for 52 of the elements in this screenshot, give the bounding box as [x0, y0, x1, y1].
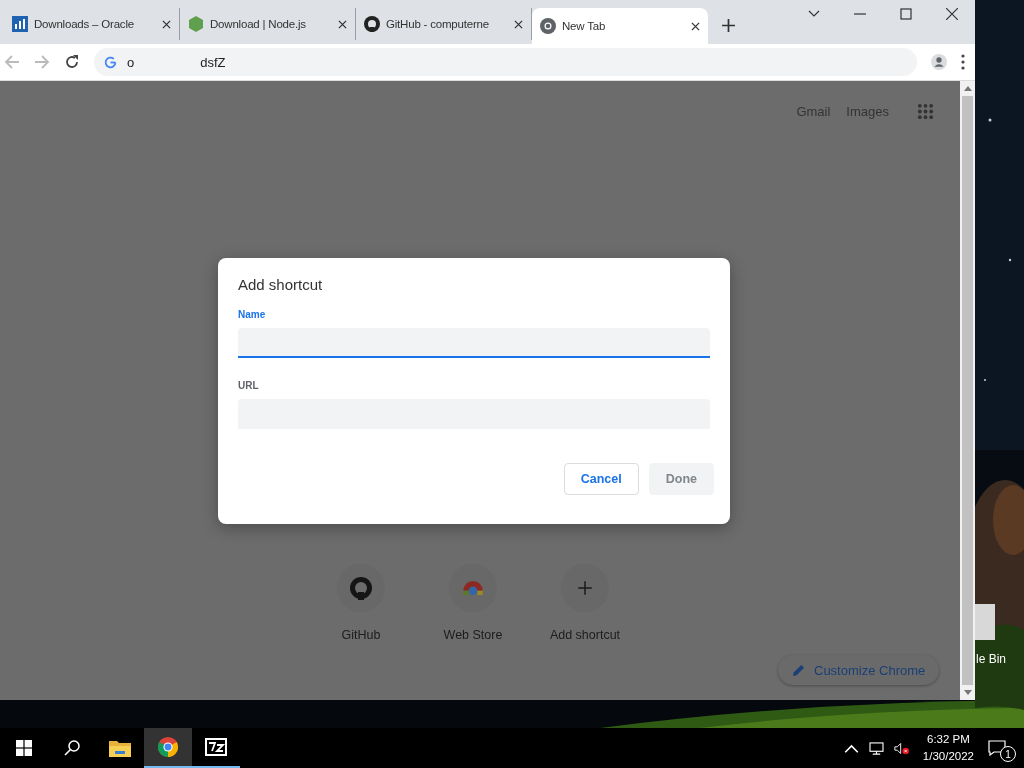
- maximize-icon[interactable]: [900, 8, 912, 20]
- plus-icon: [576, 579, 594, 597]
- tab-title: GitHub - computerne: [386, 18, 490, 30]
- apps-grid-icon[interactable]: [917, 103, 934, 120]
- store-icon: [463, 581, 483, 595]
- scrollbar[interactable]: [960, 81, 975, 700]
- field-label: Name: [238, 309, 267, 320]
- profile-icon[interactable]: [931, 54, 947, 70]
- chrome-icon: [540, 18, 556, 34]
- shortcut-tile[interactable]: [449, 564, 497, 612]
- close-icon[interactable]: [514, 19, 523, 29]
- google-icon: [104, 55, 117, 69]
- input-field[interactable]: [238, 328, 710, 358]
- reload-icon[interactable]: [64, 54, 80, 70]
- clock-date[interactable]: 1/30/2022: [922, 748, 974, 765]
- tab-title: Downloads – Oracle: [34, 18, 135, 30]
- scroll-up-icon[interactable]: [963, 86, 972, 91]
- browser-tab[interactable]: GitHub - computerne: [356, 8, 532, 40]
- speaker-muted-icon[interactable]: [893, 741, 909, 755]
- close-icon[interactable]: [338, 19, 347, 29]
- chrome-icon: [157, 736, 179, 758]
- shortcut-tile[interactable]: [561, 564, 609, 612]
- hexagon-icon: [188, 16, 204, 32]
- browser-tab[interactable]: New Tab: [532, 8, 708, 44]
- search-icon: [64, 740, 80, 756]
- address-text: o: [127, 54, 135, 70]
- address-bar[interactable]: o dsfZ: [94, 48, 917, 76]
- action-center-button[interactable]: 1: [988, 728, 1018, 768]
- close-icon[interactable]: [691, 21, 700, 31]
- notification-badge: 1: [1000, 746, 1016, 762]
- message-icon: [988, 740, 1006, 756]
- tab-title: New Tab: [562, 20, 607, 32]
- address-text: dsfZ: [200, 54, 226, 70]
- browser-tab[interactable]: Downloads – Oracle: [4, 8, 180, 40]
- close-icon[interactable]: [946, 8, 958, 20]
- tab-title: Download | Node.js: [210, 18, 307, 30]
- menu-icon[interactable]: [961, 54, 965, 70]
- new-tab-icon[interactable]: [722, 19, 735, 32]
- network-icon[interactable]: [868, 741, 884, 755]
- windows-icon: [16, 740, 32, 756]
- scroll-down-icon[interactable]: [963, 690, 972, 695]
- dialog-title: Add shortcut: [238, 276, 324, 293]
- chart-icon: [12, 16, 28, 32]
- taskbar-app[interactable]: [144, 728, 192, 768]
- browser-tab[interactable]: Download | Node.js: [180, 8, 356, 40]
- shortcut-tile[interactable]: [337, 564, 385, 612]
- field-label: URL: [238, 380, 260, 391]
- archive-app-icon: [205, 736, 227, 758]
- cancel-button[interactable]: Cancel: [563, 463, 639, 495]
- pencil-icon: [792, 663, 805, 677]
- close-icon[interactable]: [162, 19, 171, 29]
- clock-time[interactable]: 6:32 PM: [927, 731, 970, 748]
